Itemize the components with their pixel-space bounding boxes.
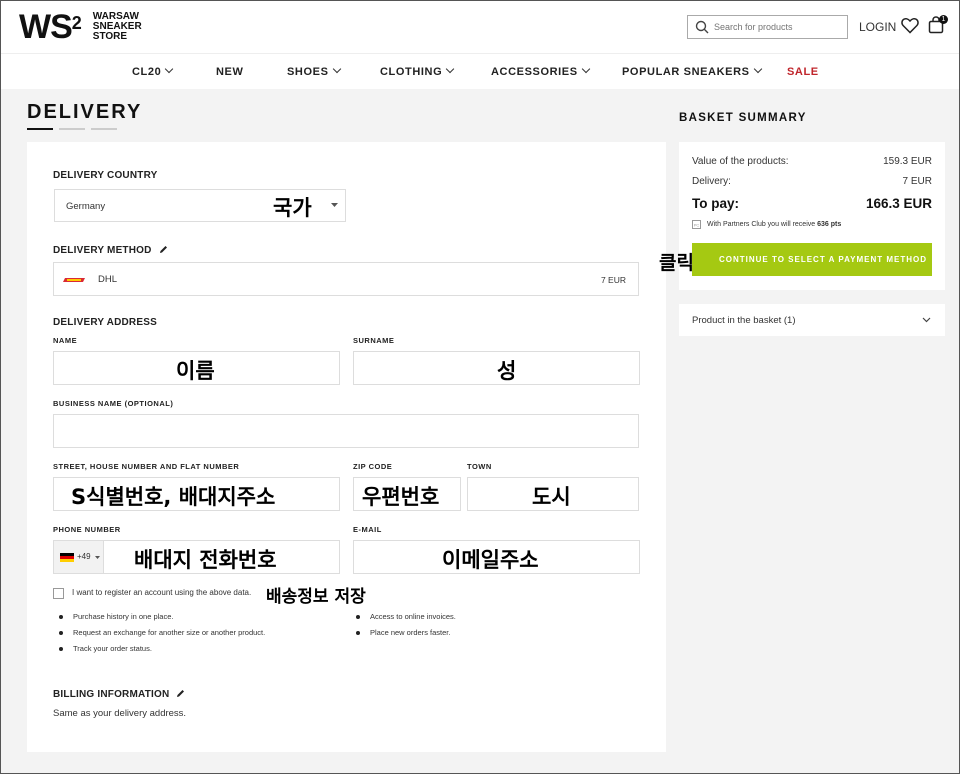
bullet: [356, 631, 360, 635]
name-note: 이름: [176, 359, 215, 383]
step-3: [91, 128, 117, 130]
business-name-field[interactable]: [53, 414, 639, 448]
nav-item-accessories[interactable]: ACCESSORIES: [491, 64, 590, 78]
total-value: 166.3 EUR: [865, 196, 932, 211]
nav-item-clothing[interactable]: CLOTHING: [380, 64, 455, 78]
partners-club-icon: PC: [692, 220, 701, 229]
zip-field[interactable]: 우편번호: [353, 477, 461, 511]
nav-item-popular-sneakers[interactable]: POPULAR SNEAKERS: [622, 64, 762, 78]
products-label: Value of the products:: [692, 156, 789, 167]
register-note: 배송정보 저장: [266, 587, 366, 607]
email-label: E-MAIL: [353, 525, 382, 534]
surname-field[interactable]: 성: [353, 351, 640, 385]
bullet: [59, 647, 63, 651]
register-text[interactable]: I want to register an account using the …: [72, 588, 251, 597]
chevron-down-icon: [165, 64, 174, 74]
email-field[interactable]: 이메일주소: [353, 540, 640, 574]
country-value: Germany: [66, 201, 106, 212]
street-note: S식별번호, 배대지주소: [71, 485, 276, 509]
name-field[interactable]: 이름: [53, 351, 340, 385]
method-label: DELIVERY METHOD: [53, 244, 167, 256]
chevron-down-icon: [753, 64, 762, 74]
svg-text:PC: PC: [694, 223, 700, 228]
email-note: 이메일주소: [442, 548, 539, 572]
bullet: [59, 615, 63, 619]
town-label: TOWN: [467, 462, 492, 471]
heart-icon[interactable]: [901, 17, 919, 34]
page-title: DELIVERY: [27, 101, 143, 123]
basket-label: Product in the basket (1): [692, 315, 796, 326]
germany-flag-icon: [60, 553, 74, 562]
basket-products-toggle[interactable]: Product in the basket (1): [679, 304, 945, 336]
town-note: 도시: [532, 485, 571, 509]
chevron-down-icon: [332, 64, 341, 74]
total-label: To pay:: [692, 196, 739, 211]
nav-item-sale[interactable]: SALE: [787, 66, 819, 78]
nav-item-new[interactable]: NEW: [216, 66, 243, 78]
name-label: NAME: [53, 336, 78, 345]
logo-text: WARSAW SNEAKER STORE: [92, 11, 142, 42]
benefit-left-1: Purchase history in one place.: [73, 612, 174, 621]
delivery-cost-label: Delivery:: [692, 176, 731, 187]
town-field[interactable]: 도시: [467, 477, 639, 511]
delivery-method-option[interactable]: DHL 7 EUR: [53, 262, 639, 296]
header: WS2 WARSAW SNEAKER STORE LOGIN 1: [1, 1, 959, 53]
search-icon: [695, 20, 709, 34]
pencil-icon[interactable]: [159, 245, 168, 254]
phone-prefix: +49: [77, 552, 91, 561]
click-note: 클릭: [659, 252, 694, 274]
zip-label: ZIP CODE: [353, 462, 393, 471]
street-field[interactable]: S식별번호, 배대지주소: [53, 477, 340, 511]
method-name: DHL: [98, 274, 118, 285]
zip-note: 우편번호: [362, 485, 440, 509]
delivery-form: DELIVERY COUNTRY Germany 국가 DELIVERY MET…: [27, 142, 666, 752]
main-nav: CL20 NEW SHOES CLOTHING ACCESSORIES POPU…: [1, 53, 959, 89]
nav-item-cl20[interactable]: CL20: [132, 64, 174, 78]
search-box[interactable]: [687, 15, 848, 39]
bullet: [59, 631, 63, 635]
caret-down-icon: [331, 203, 338, 207]
dhl-logo-icon: [63, 277, 87, 283]
phone-field[interactable]: +49 배대지 전화번호: [53, 540, 340, 574]
bag-count-badge: 1: [939, 15, 948, 24]
continue-to-payment-button[interactable]: CONTINUE TO SELECT A PAYMENT METHOD: [692, 243, 932, 276]
summary-title: BASKET SUMMARY: [679, 112, 807, 124]
products-value: 159.3 EUR: [883, 156, 932, 167]
logo-mark: WS2: [19, 8, 82, 46]
benefit-left-2: Request an exchange for another size or …: [73, 628, 266, 637]
country-select[interactable]: Germany 국가: [54, 189, 346, 222]
surname-label: SURNAME: [353, 336, 395, 345]
search-input[interactable]: [714, 18, 844, 36]
chevron-down-icon: [922, 317, 931, 323]
benefit-left-3: Track your order status.: [73, 644, 152, 653]
bag-button[interactable]: 1: [928, 15, 948, 39]
benefit-right-1: Access to online invoices.: [370, 612, 456, 621]
address-label: DELIVERY ADDRESS: [53, 317, 157, 328]
register-checkbox[interactable]: [53, 588, 64, 599]
club-info: With Partners Club you will receive 636 …: [707, 221, 842, 228]
pencil-icon[interactable]: [176, 689, 185, 698]
billing-label: BILLING INFORMATION: [53, 688, 185, 700]
logo[interactable]: WS2 WARSAW SNEAKER STORE: [19, 8, 142, 46]
step-2: [59, 128, 85, 130]
country-label: DELIVERY COUNTRY: [53, 170, 158, 181]
method-price: 7 EUR: [600, 275, 626, 285]
country-note: 국가: [273, 196, 312, 220]
street-label: STREET, HOUSE NUMBER AND FLAT NUMBER: [53, 462, 240, 471]
surname-note: 성: [497, 359, 517, 383]
chevron-down-icon: [581, 64, 590, 74]
caret-down-icon: [95, 556, 100, 559]
login-link[interactable]: LOGIN: [859, 20, 896, 34]
bullet: [356, 615, 360, 619]
phone-label: PHONE NUMBER: [53, 525, 121, 534]
nav-item-shoes[interactable]: SHOES: [287, 64, 341, 78]
phone-country-selector[interactable]: +49: [54, 541, 104, 573]
phone-note: 배대지 전화번호: [134, 548, 277, 572]
step-1: [27, 128, 53, 130]
delivery-cost-value: 7 EUR: [902, 176, 932, 187]
benefit-right-2: Place new orders faster.: [370, 628, 451, 637]
chevron-down-icon: [446, 64, 455, 74]
billing-value: Same as your delivery address.: [53, 708, 187, 719]
business-label: BUSINESS NAME (OPTIONAL): [53, 399, 174, 408]
